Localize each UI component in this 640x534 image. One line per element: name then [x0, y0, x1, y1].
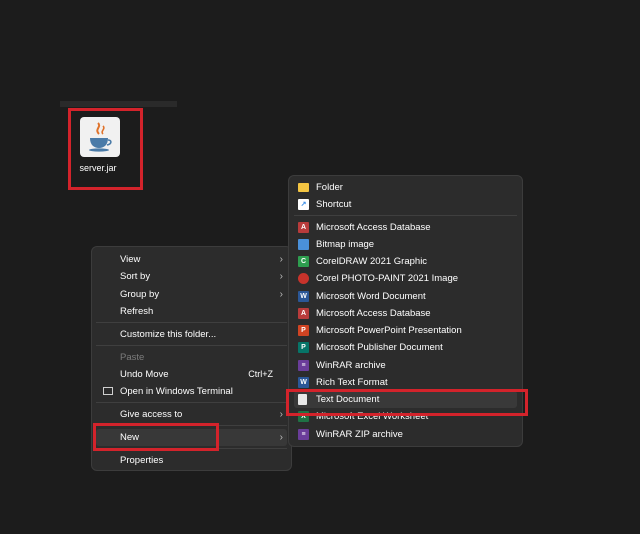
submenu-item-powerpoint[interactable]: P Microsoft PowerPoint Presentation — [294, 322, 517, 339]
submenu-item-label: Shortcut — [316, 199, 352, 210]
menu-item-sort-by[interactable]: Sort by › — [96, 268, 287, 285]
chevron-right-icon: › — [279, 254, 283, 265]
menu-item-label: Refresh — [120, 306, 154, 317]
chevron-right-icon: › — [279, 432, 283, 443]
submenu-item-word[interactable]: W Microsoft Word Document — [294, 288, 517, 305]
submenu-item-label: Microsoft Excel Worksheet — [316, 411, 429, 422]
menu-item-give-access[interactable]: Give access to › — [96, 406, 287, 423]
submenu-item-label: Rich Text Format — [316, 377, 388, 388]
submenu-item-winrar[interactable]: ≡ WinRAR archive — [294, 357, 517, 374]
submenu-item-excel[interactable]: X Microsoft Excel Worksheet — [294, 408, 517, 425]
submenu-item-label: Corel PHOTO-PAINT 2021 Image — [316, 273, 459, 284]
file-name-label: server.jar — [79, 163, 117, 173]
folder-icon — [298, 183, 309, 192]
publisher-icon: P — [298, 342, 309, 353]
submenu-item-label: Microsoft Word Document — [316, 291, 426, 302]
submenu-item-label: Bitmap image — [316, 239, 375, 250]
new-submenu: Folder ↗ Shortcut A Microsoft Access Dat… — [288, 175, 523, 447]
desktop-strip — [60, 101, 177, 107]
menu-item-label: Properties — [120, 455, 164, 466]
menu-item-paste: Paste — [96, 349, 287, 366]
powerpoint-icon: P — [298, 325, 309, 336]
shortcut-icon: ↗ — [298, 199, 309, 210]
menu-item-label: Give access to — [120, 409, 183, 420]
submenu-item-coreldraw[interactable]: C CorelDRAW 2021 Graphic — [294, 253, 517, 270]
shortcut-label: Ctrl+Z — [248, 369, 273, 379]
coreldraw-icon: C — [298, 256, 309, 267]
submenu-item-label: CorelDRAW 2021 Graphic — [316, 256, 428, 267]
submenu-item-photo-paint[interactable]: Corel PHOTO-PAINT 2021 Image — [294, 270, 517, 287]
submenu-item-bitmap[interactable]: Bitmap image — [294, 236, 517, 253]
submenu-item-folder[interactable]: Folder — [294, 179, 517, 196]
menu-item-label: Group by — [120, 289, 160, 300]
submenu-item-text-document[interactable]: Text Document — [294, 391, 517, 408]
submenu-item-access-database[interactable]: A Microsoft Access Database — [294, 219, 517, 236]
menu-separator — [96, 402, 287, 403]
winrar-icon: ≡ — [298, 360, 309, 371]
photopaint-icon — [298, 273, 309, 284]
submenu-item-shortcut[interactable]: ↗ Shortcut — [294, 196, 517, 213]
menu-separator — [96, 425, 287, 426]
submenu-item-rtf[interactable]: W Rich Text Format — [294, 374, 517, 391]
submenu-item-publisher[interactable]: P Microsoft Publisher Document — [294, 339, 517, 356]
menu-item-new[interactable]: New › — [96, 429, 287, 446]
menu-item-label: View — [120, 254, 141, 265]
context-menu: View › Sort by › Group by › Refresh Cust… — [91, 246, 292, 471]
menu-item-customize-folder[interactable]: Customize this folder... — [96, 326, 287, 343]
submenu-item-winrar-zip[interactable]: ≡ WinRAR ZIP archive — [294, 426, 517, 443]
submenu-item-label: WinRAR ZIP archive — [316, 429, 403, 440]
submenu-item-label: Microsoft Publisher Document — [316, 342, 443, 353]
submenu-separator — [294, 215, 517, 216]
submenu-item-label: Folder — [316, 182, 343, 193]
chevron-right-icon: › — [279, 289, 283, 300]
submenu-item-access-database-2[interactable]: A Microsoft Access Database — [294, 305, 517, 322]
bitmap-icon — [298, 239, 309, 250]
menu-item-label: Paste — [120, 352, 145, 363]
java-icon — [80, 117, 120, 157]
rtf-icon: W — [298, 377, 309, 388]
submenu-item-label: WinRAR archive — [316, 360, 386, 371]
submenu-item-label: Text Document — [316, 394, 380, 405]
winrar-zip-icon: ≡ — [298, 429, 309, 440]
menu-item-group-by[interactable]: Group by › — [96, 286, 287, 303]
menu-separator — [96, 322, 287, 323]
submenu-item-label: Microsoft Access Database — [316, 308, 431, 319]
menu-item-refresh[interactable]: Refresh — [96, 303, 287, 320]
excel-icon: X — [298, 411, 309, 422]
submenu-item-label: Microsoft Access Database — [316, 222, 431, 233]
desktop-file-server-jar[interactable]: server.jar — [76, 113, 140, 187]
text-document-icon — [298, 394, 307, 405]
menu-item-view[interactable]: View › — [96, 251, 287, 268]
chevron-right-icon: › — [279, 271, 283, 282]
access-icon: A — [298, 308, 309, 319]
submenu-item-label: Microsoft PowerPoint Presentation — [316, 325, 462, 336]
menu-item-label: New — [120, 432, 140, 443]
access-icon: A — [298, 222, 309, 233]
word-icon: W — [298, 291, 309, 302]
menu-separator — [96, 345, 287, 346]
chevron-right-icon: › — [279, 409, 283, 420]
menu-item-open-terminal[interactable]: Open in Windows Terminal — [96, 383, 287, 400]
terminal-icon — [103, 387, 113, 395]
menu-item-label: Open in Windows Terminal — [120, 386, 233, 397]
menu-item-undo-move[interactable]: Undo Move Ctrl+Z — [96, 366, 287, 383]
menu-item-label: Sort by — [120, 271, 151, 282]
menu-item-label: Undo Move — [120, 369, 169, 380]
menu-separator — [96, 448, 287, 449]
menu-item-label: Customize this folder... — [120, 329, 217, 340]
menu-item-properties[interactable]: Properties — [96, 452, 287, 469]
